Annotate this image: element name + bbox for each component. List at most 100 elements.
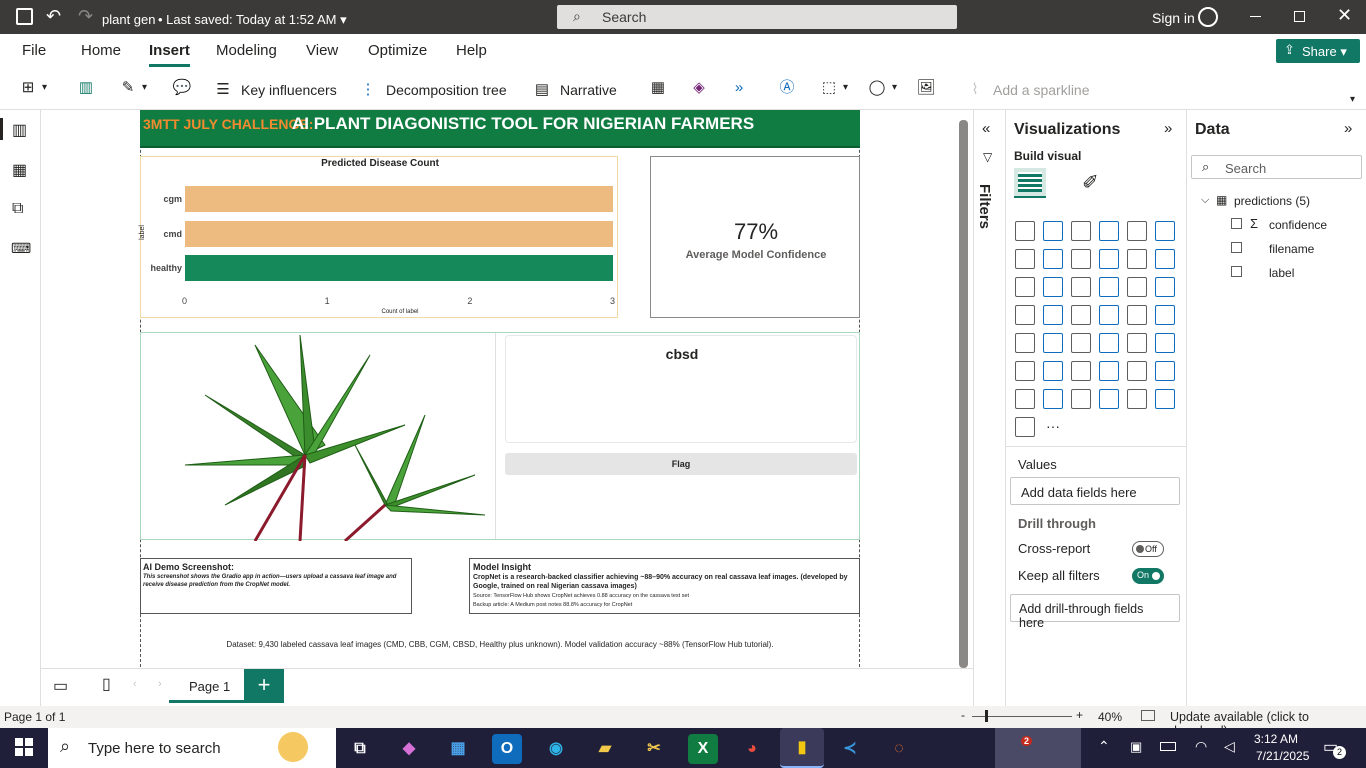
menu-home[interactable]: Home	[81, 42, 121, 59]
insight-card[interactable]: Model Insight CropNet is a research-back…	[469, 558, 860, 614]
zoom-thumb[interactable]	[985, 710, 988, 722]
table-icon[interactable]	[1127, 333, 1147, 353]
dax-query-icon[interactable]: ⌨	[11, 240, 31, 257]
menu-file[interactable]: File	[22, 42, 46, 59]
chevron-down-icon[interactable]: ▾	[142, 82, 147, 93]
more-apps-icon[interactable]	[1015, 417, 1035, 437]
demo-card[interactable]: AI Demo Screenshot: This screenshot show…	[140, 558, 412, 614]
sign-in-link[interactable]: Sign in	[1152, 10, 1195, 26]
chevron-down-icon[interactable]: ▾	[42, 82, 47, 93]
field-checkbox[interactable]	[1231, 242, 1242, 253]
undo-icon[interactable]: ↶	[46, 6, 61, 27]
slicer-new-icon[interactable]	[1099, 389, 1119, 409]
narrative-icon[interactable]	[1155, 361, 1175, 381]
scatter-icon[interactable]	[1099, 277, 1119, 297]
prev-page-icon[interactable]: ‹	[133, 678, 137, 690]
mobile-layout-icon[interactable]: ▯	[102, 674, 111, 694]
shapes-icon[interactable]: ◯	[867, 78, 887, 98]
report-view-icon[interactable]: ▥	[12, 120, 27, 140]
drill-through-well[interactable]: Add drill-through fields here	[1010, 594, 1180, 630]
file-explorer-icon[interactable]: ▰	[590, 734, 620, 764]
power-automate-icon[interactable]	[1155, 389, 1175, 409]
100-area-icon[interactable]	[1099, 249, 1119, 269]
shape-map-icon[interactable]	[1099, 305, 1119, 325]
desktop-layout-icon[interactable]: ▭	[53, 676, 68, 696]
stacked-bar-icon[interactable]	[1015, 221, 1035, 241]
wifi-icon[interactable]: ◠	[1195, 738, 1207, 755]
maximize-icon[interactable]	[1294, 11, 1305, 22]
donut-icon[interactable]	[1155, 277, 1175, 297]
menu-view[interactable]: View	[306, 42, 338, 59]
jupyter-icon[interactable]: ◌	[884, 734, 914, 764]
copilot-icon[interactable]: ◆	[394, 734, 424, 764]
powerapps-icon[interactable]	[1127, 389, 1147, 409]
app-screenshot-image[interactable]: cbsd cbsd49%healthy46%unknown3% Flag	[140, 332, 991, 766]
field-filename[interactable]: filename	[1269, 242, 1314, 256]
pie-icon[interactable]	[1127, 277, 1147, 297]
gauge-icon[interactable]	[1155, 305, 1175, 325]
chevron-down-icon[interactable]: ⌵	[1201, 194, 1209, 207]
close-icon[interactable]: ✕	[1337, 5, 1352, 26]
clock-time[interactable]: 3:12 AM	[1254, 732, 1298, 746]
filled-map-icon[interactable]	[1071, 305, 1091, 325]
zoom-out-icon[interactable]: -	[961, 708, 965, 722]
menu-help[interactable]: Help	[456, 42, 487, 59]
notification-widget[interactable]: 2	[995, 728, 1081, 768]
windows-start-icon[interactable]	[15, 738, 33, 756]
python-visual-icon[interactable]	[1043, 361, 1063, 381]
key-influencers-button[interactable]: ☰ Key influencers	[213, 80, 336, 100]
powerbi-icon[interactable]: ▮	[780, 728, 824, 768]
format-visual-icon[interactable]: ✐	[1082, 170, 1099, 195]
100-bar-icon[interactable]	[1127, 221, 1147, 241]
card-new-icon[interactable]	[1071, 389, 1091, 409]
power-apps-icon[interactable]: ◈	[689, 78, 709, 98]
map-icon[interactable]	[1043, 305, 1063, 325]
buttons-icon[interactable]: ⬚	[819, 78, 839, 98]
line-clustered-icon[interactable]	[1155, 249, 1175, 269]
save-status[interactable]: • Last saved: Today at 1:52 AM ▾	[158, 12, 347, 28]
bar-healthy[interactable]	[185, 255, 613, 281]
dataset-note[interactable]: Dataset: 9,430 labeled cassava leaf imag…	[140, 640, 860, 649]
new-visual-icon[interactable]: ⊞	[18, 78, 38, 98]
card-icon[interactable]	[1015, 333, 1035, 353]
battery-icon[interactable]	[1160, 742, 1176, 751]
save-icon[interactable]	[16, 8, 33, 25]
task-view-icon[interactable]: ⧉	[345, 734, 375, 764]
vscode-icon[interactable]: ≺	[835, 734, 865, 764]
expand-icon[interactable]: »	[1344, 120, 1352, 137]
line-column-icon[interactable]	[1127, 249, 1147, 269]
field-checkbox[interactable]	[1231, 218, 1242, 229]
r-visual-icon[interactable]	[1015, 361, 1035, 381]
clock-date[interactable]: 7/21/2025	[1256, 749, 1309, 763]
slicer-icon[interactable]	[1099, 333, 1119, 353]
field-checkbox[interactable]	[1231, 266, 1242, 277]
zoom-level[interactable]: 40%	[1098, 710, 1122, 724]
kpi-icon[interactable]	[1071, 333, 1091, 353]
azure-map-icon[interactable]	[1127, 305, 1147, 325]
funnel-icon[interactable]	[1071, 277, 1091, 297]
field-confidence[interactable]: confidence	[1269, 218, 1327, 232]
clustered-bar-icon[interactable]	[1071, 221, 1091, 241]
table-name[interactable]: predictions (5)	[1234, 194, 1310, 208]
more-visuals-icon[interactable]: ▥	[76, 78, 96, 98]
waterfall-icon[interactable]	[1043, 277, 1063, 297]
clustered-column-icon[interactable]	[1099, 221, 1119, 241]
power-automate-icon[interactable]: »	[729, 78, 749, 98]
page-tab[interactable]: Page 1	[169, 669, 244, 703]
tray-chevron-icon[interactable]: ⌃	[1098, 738, 1110, 755]
app-icon[interactable]: ✂	[639, 734, 669, 764]
share-button[interactable]: ⇪ Share ▾	[1276, 39, 1360, 63]
keep-filters-toggle[interactable]: On	[1132, 568, 1164, 584]
zoom-in-icon[interactable]: +	[1076, 708, 1083, 722]
values-well[interactable]: Add data fields here	[1010, 477, 1180, 505]
redo-icon[interactable]: ↷	[78, 6, 93, 27]
flag-button[interactable]: Flag	[505, 453, 857, 475]
image-icon[interactable]: 🖼	[916, 78, 936, 98]
paginated-report-icon[interactable]: ✎	[118, 78, 138, 98]
stacked-column-icon[interactable]	[1043, 221, 1063, 241]
report-banner[interactable]: 3MTT JULY CHALLENGE: AI PLANT DIAGONISTI…	[140, 110, 860, 148]
report-view-icon[interactable]	[0, 118, 3, 140]
excel-icon[interactable]: X	[688, 734, 718, 764]
camera-icon[interactable]: ▣	[1130, 739, 1142, 755]
account-icon[interactable]	[1198, 7, 1218, 27]
